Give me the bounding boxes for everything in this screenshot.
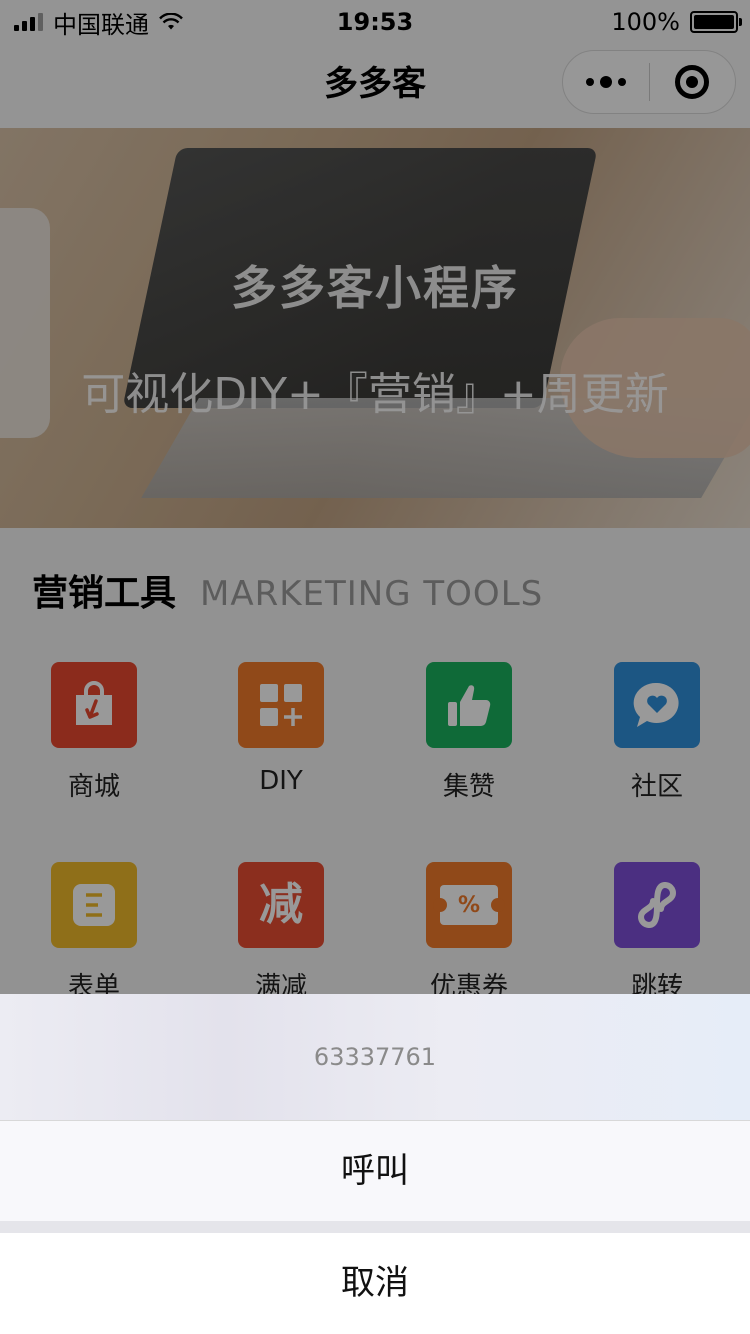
phone-number-header: 63337761 xyxy=(0,994,750,1120)
call-button[interactable]: 呼叫 xyxy=(0,1121,750,1221)
action-sheet: 63337761 呼叫 取消 xyxy=(0,994,750,1334)
sheet-gap xyxy=(0,1221,750,1233)
cancel-button[interactable]: 取消 xyxy=(0,1233,750,1334)
